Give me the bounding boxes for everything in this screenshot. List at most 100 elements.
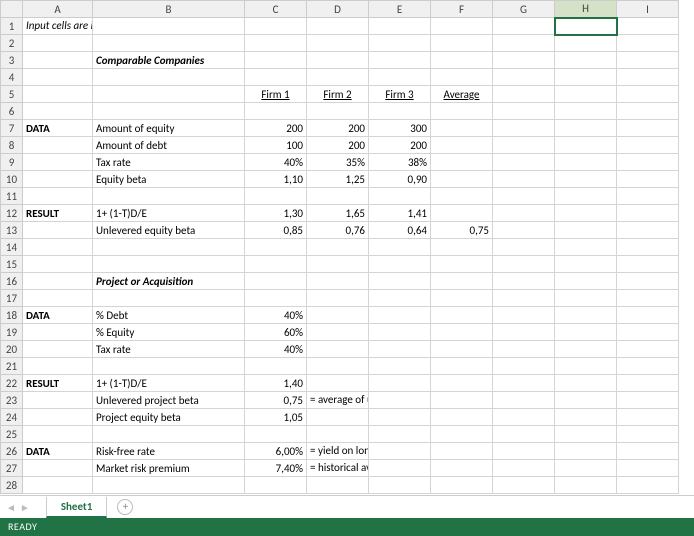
cell[interactable] bbox=[617, 273, 679, 290]
cell[interactable]: 300 bbox=[369, 120, 431, 137]
select-all-corner[interactable] bbox=[1, 1, 23, 18]
cell[interactable] bbox=[493, 120, 555, 137]
cell[interactable] bbox=[555, 205, 617, 222]
cell[interactable] bbox=[431, 290, 493, 307]
cell[interactable] bbox=[307, 409, 369, 426]
cell[interactable] bbox=[617, 52, 679, 69]
row-header[interactable]: 8 bbox=[1, 137, 23, 154]
cell[interactable] bbox=[555, 171, 617, 188]
cell[interactable] bbox=[307, 103, 369, 120]
cell[interactable] bbox=[431, 69, 493, 86]
cell[interactable] bbox=[617, 205, 679, 222]
cell[interactable] bbox=[307, 290, 369, 307]
cell[interactable]: 0,90 bbox=[369, 171, 431, 188]
cell[interactable]: Equity beta bbox=[93, 171, 245, 188]
cell[interactable]: 200 bbox=[307, 120, 369, 137]
row-header[interactable]: 12 bbox=[1, 205, 23, 222]
col-header-G[interactable]: G bbox=[493, 1, 555, 18]
cell[interactable] bbox=[617, 256, 679, 273]
cell[interactable] bbox=[93, 290, 245, 307]
cell[interactable] bbox=[493, 256, 555, 273]
row-header[interactable]: 16 bbox=[1, 273, 23, 290]
cell[interactable] bbox=[23, 409, 93, 426]
cell[interactable] bbox=[307, 52, 369, 69]
cell[interactable] bbox=[245, 477, 307, 494]
cell[interactable] bbox=[431, 341, 493, 358]
row-header[interactable]: 9 bbox=[1, 154, 23, 171]
cell[interactable] bbox=[23, 52, 93, 69]
cell[interactable] bbox=[493, 52, 555, 69]
cell[interactable]: Risk-free rate bbox=[93, 443, 245, 460]
cell[interactable] bbox=[431, 154, 493, 171]
cell[interactable]: % Debt bbox=[93, 307, 245, 324]
row-header[interactable]: 2 bbox=[1, 35, 23, 52]
cell[interactable] bbox=[431, 137, 493, 154]
col-header-D[interactable]: D bbox=[307, 1, 369, 18]
cell[interactable]: 1,30 bbox=[245, 205, 307, 222]
cell[interactable] bbox=[555, 137, 617, 154]
cell[interactable] bbox=[93, 69, 245, 86]
cell[interactable] bbox=[245, 52, 307, 69]
cell[interactable]: Firm 2 bbox=[307, 86, 369, 103]
cell[interactable] bbox=[93, 103, 245, 120]
cell[interactable] bbox=[493, 341, 555, 358]
row-header[interactable]: 7 bbox=[1, 120, 23, 137]
cell[interactable]: Firm 3 bbox=[369, 86, 431, 103]
cell[interactable] bbox=[431, 426, 493, 443]
cell[interactable]: 1,40 bbox=[245, 375, 307, 392]
cell[interactable] bbox=[555, 358, 617, 375]
cell[interactable] bbox=[307, 477, 369, 494]
cell[interactable] bbox=[307, 273, 369, 290]
cell[interactable] bbox=[493, 324, 555, 341]
cell[interactable] bbox=[369, 18, 431, 35]
col-header-A[interactable]: A bbox=[23, 1, 93, 18]
cell[interactable]: 1+ (1-T)D/E bbox=[93, 375, 245, 392]
row-header[interactable]: 3 bbox=[1, 52, 23, 69]
cell[interactable] bbox=[493, 171, 555, 188]
row-header[interactable]: 28 bbox=[1, 477, 23, 494]
cell[interactable] bbox=[617, 426, 679, 443]
cell[interactable] bbox=[23, 324, 93, 341]
cell[interactable]: RESULT bbox=[23, 205, 93, 222]
cell[interactable]: Project or Acquisition bbox=[93, 273, 245, 290]
cell[interactable]: 1,65 bbox=[307, 205, 369, 222]
cell[interactable]: Amount of debt bbox=[93, 137, 245, 154]
cell[interactable] bbox=[617, 154, 679, 171]
cell[interactable] bbox=[493, 86, 555, 103]
cell[interactable]: = average of unlevered equity betas of c… bbox=[307, 392, 369, 409]
row-header[interactable]: 20 bbox=[1, 341, 23, 358]
cell[interactable] bbox=[23, 460, 93, 477]
cell[interactable] bbox=[555, 290, 617, 307]
cell[interactable] bbox=[431, 324, 493, 341]
cell[interactable] bbox=[617, 409, 679, 426]
cell[interactable] bbox=[617, 392, 679, 409]
cell[interactable] bbox=[617, 188, 679, 205]
cell[interactable] bbox=[23, 103, 93, 120]
cell[interactable] bbox=[493, 222, 555, 239]
cell[interactable] bbox=[431, 120, 493, 137]
cell[interactable] bbox=[369, 375, 431, 392]
tab-nav-next-icon[interactable]: ► bbox=[20, 501, 30, 514]
cell[interactable] bbox=[245, 35, 307, 52]
cell[interactable] bbox=[493, 188, 555, 205]
cell[interactable] bbox=[617, 358, 679, 375]
cell[interactable] bbox=[555, 69, 617, 86]
row-header[interactable]: 19 bbox=[1, 324, 23, 341]
cell[interactable] bbox=[617, 290, 679, 307]
cell[interactable]: 200 bbox=[307, 137, 369, 154]
cell[interactable] bbox=[555, 273, 617, 290]
cell[interactable] bbox=[245, 358, 307, 375]
cell[interactable] bbox=[245, 188, 307, 205]
cell[interactable] bbox=[431, 392, 493, 409]
column-headers[interactable]: A B C D E F G H I bbox=[1, 1, 679, 18]
cell[interactable] bbox=[23, 256, 93, 273]
add-sheet-button[interactable]: + bbox=[117, 499, 133, 515]
cell[interactable] bbox=[23, 171, 93, 188]
cell[interactable] bbox=[307, 256, 369, 273]
cell[interactable] bbox=[555, 239, 617, 256]
cell[interactable] bbox=[617, 137, 679, 154]
cell[interactable] bbox=[431, 443, 493, 460]
cell[interactable] bbox=[93, 18, 245, 35]
cell[interactable] bbox=[555, 188, 617, 205]
cell[interactable] bbox=[617, 341, 679, 358]
